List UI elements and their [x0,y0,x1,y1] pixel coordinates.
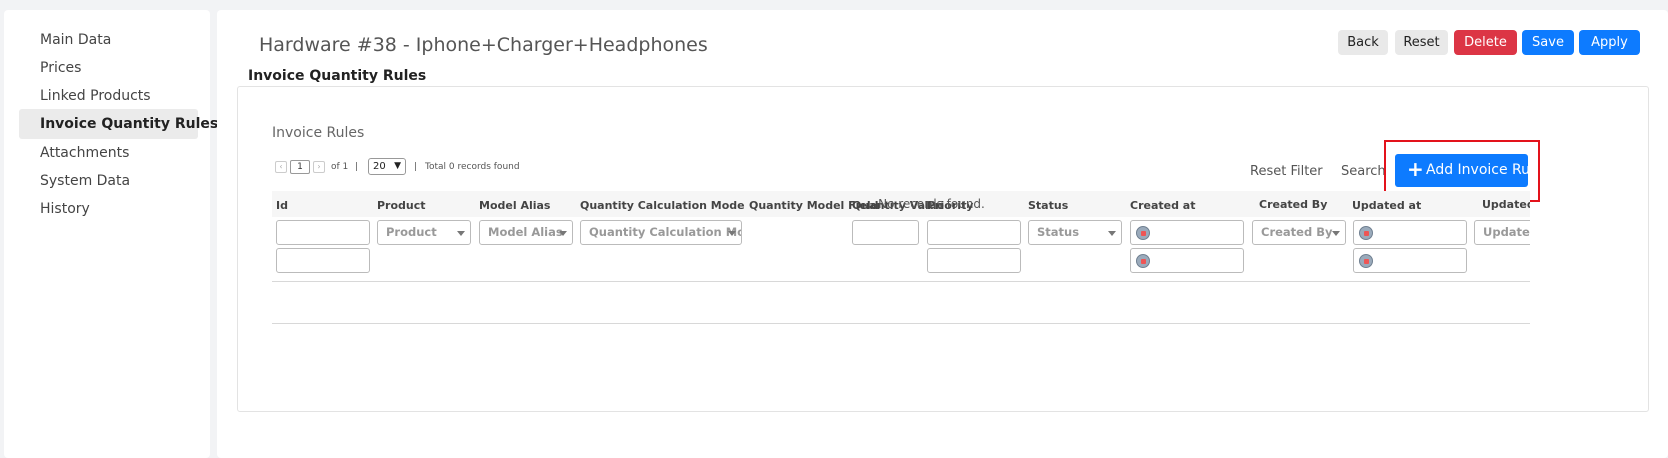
page-count: of 1 [331,162,349,172]
total-records: Total 0 records found [425,162,520,172]
product-filter[interactable]: Product [377,220,471,245]
page-size-value: 20 [373,161,386,172]
priority-filter-to[interactable] [927,248,1021,273]
chevron-right-icon[interactable]: › [313,161,325,173]
model-alias-filter[interactable]: Model Alias [479,220,573,245]
sidebar-item-prices[interactable]: Prices [19,53,198,83]
sidebar-item-invoice-quantity-rules[interactable]: Invoice Quantity Rules [19,109,218,139]
calendar-icon[interactable] [1136,254,1150,268]
panel-title: Invoice Rules [272,125,365,141]
back-button[interactable]: Back [1338,30,1388,55]
status-filter[interactable]: Status [1028,220,1122,245]
created-by-filter-placeholder: Created By [1261,225,1333,239]
section-title: Invoice Quantity Rules [248,68,427,84]
page-size-select[interactable]: 20 ▼ [368,158,406,175]
sidebar-item-linked-products[interactable]: Linked Products [19,81,198,111]
chevron-down-icon: ▼ [394,161,401,171]
chevron-down-icon [728,231,736,236]
main-content: Hardware #38 - Iphone+Charger+Headphones… [217,10,1668,458]
id-filter-to[interactable] [276,248,370,273]
chevron-down-icon [457,231,465,236]
sidebar-item-history[interactable]: History [19,194,198,224]
reset-filter-button[interactable]: Reset Filter [1250,164,1323,179]
calendar-icon[interactable] [1359,226,1373,240]
add-invoice-rule-button[interactable]: + Add Invoice Rule [1395,154,1543,187]
save-button[interactable]: Save [1522,30,1574,55]
quantity-calculation-mode-filter[interactable]: Quantity Calculation Mode [580,220,742,245]
sidebar-item-main-data[interactable]: Main Data [19,25,198,55]
sidebar: Main Data Prices Linked Products Invoice… [4,10,218,458]
sidebar-item-attachments[interactable]: Attachments [19,138,198,168]
page-number-input[interactable]: 1 [290,160,310,174]
invoice-rules-panel: Invoice Rules ‹ 1 › of 1 | 20 ▼ | Total … [237,86,1649,412]
pager-separator: | [414,162,418,172]
apply-button[interactable]: Apply [1579,30,1640,55]
calendar-icon[interactable] [1359,254,1373,268]
updated-by-filter-placeholder: Updated I [1483,225,1530,239]
created-at-filter-from[interactable] [1130,220,1244,245]
product-filter-placeholder: Product [386,225,437,239]
reset-button[interactable]: Reset [1395,30,1448,55]
calendar-icon[interactable] [1136,226,1150,240]
updated-by-filter[interactable]: Updated I [1474,220,1530,245]
page-title: Hardware #38 - Iphone+Charger+Headphones [259,34,708,56]
table-bottom-divider [272,323,1530,324]
created-by-filter[interactable]: Created By [1252,220,1346,245]
model-alias-filter-placeholder: Model Alias [488,225,563,239]
search-button[interactable]: Search [1341,164,1386,179]
updated-at-filter-from[interactable] [1353,220,1467,245]
chevron-down-icon [1332,231,1340,236]
chevron-left-icon[interactable]: ‹ [275,161,287,173]
chevron-down-icon [559,231,567,236]
invoice-rules-table: Id Product Model Alias Quantity Calculat… [272,191,1530,329]
add-invoice-rule-label: Add Invoice Rule [1426,162,1543,178]
plus-icon: + [1407,157,1424,181]
updated-at-filter-to[interactable] [1353,248,1467,273]
priority-filter-from[interactable] [927,220,1021,245]
empty-message: No records found. [878,197,985,211]
pager-separator: | [355,162,359,172]
quantity-calculation-mode-placeholder: Quantity Calculation Mode [589,225,741,239]
quantity-value-filter[interactable] [852,220,919,245]
sidebar-item-system-data[interactable]: System Data [19,166,198,196]
delete-button[interactable]: Delete [1454,30,1517,55]
created-at-filter-to[interactable] [1130,248,1244,273]
id-filter-from[interactable] [276,220,370,245]
header-divider [272,281,1530,282]
status-filter-placeholder: Status [1037,225,1080,239]
chevron-down-icon [1108,231,1116,236]
